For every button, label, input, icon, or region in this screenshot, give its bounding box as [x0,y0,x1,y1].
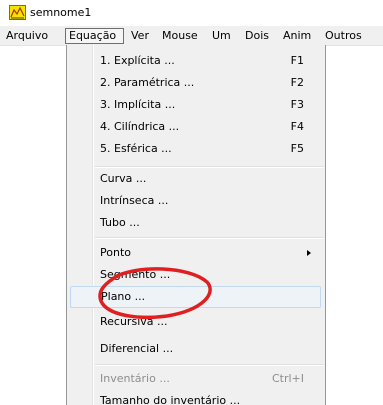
menu-item-label: Segmento ... [100,268,171,281]
menu-item-label: Intrínseca ... [100,194,169,207]
menu-outros[interactable]: Outros [322,28,365,44]
menu-item-label: Curva ... [100,172,147,185]
menu-anim[interactable]: Anim [280,28,314,44]
menu-item-cilindrica[interactable]: 4. Cilíndrica ... F4 [67,116,325,138]
menu-um[interactable]: Um [209,28,234,44]
menu-item-label: 1. Explícita ... [100,54,175,67]
menu-item-label: Inventário ... [100,372,170,385]
equacao-dropdown-menu: 1. Explícita ... F1 2. Paramétrica ... F… [66,45,326,405]
menu-item-segmento[interactable]: Segmento ... [67,264,325,286]
menu-item-ponto[interactable]: Ponto [67,242,325,264]
menu-item-label: Recursiva ... [100,315,168,328]
menu-item-recursiva[interactable]: Recursiva ... [67,311,325,333]
menu-item-label: Tamanho do inventário ... [100,394,241,405]
menu-item-tamanho-inventario[interactable]: Tamanho do inventário ... [67,390,325,405]
menu-item-plano[interactable]: Plano ... [70,286,321,308]
menu-item-label: Tubo ... [100,216,140,229]
menu-arquivo[interactable]: Arquivo [3,28,51,44]
menu-item-shortcut: F4 [290,120,304,133]
menu-item-shortcut: Ctrl+I [271,372,304,385]
menu-item-label: Ponto [100,246,131,259]
menu-equacao[interactable]: Equação [65,28,124,44]
menu-item-intrinseca[interactable]: Intrínseca ... [67,190,325,212]
menu-item-label: 4. Cilíndrica ... [100,120,180,133]
surface-graph-icon [10,6,25,19]
menu-item-label: 3. Implícita ... [100,98,176,111]
menu-item-label: 5. Esférica ... [100,142,172,155]
window-title: semnome1 [30,6,92,19]
menu-ver[interactable]: Ver [128,28,152,44]
menu-separator [95,364,324,366]
menu-item-shortcut: F5 [290,142,304,155]
menu-item-label: 2. Paramétrica ... [100,76,195,89]
menu-item-label: Diferencial ... [100,342,174,355]
app-icon[interactable] [9,5,26,20]
menu-dois[interactable]: Dois [242,28,272,44]
menu-bar: Arquivo Equação Ver Mouse Um Dois Anim O… [0,26,383,46]
menu-item-implicita[interactable]: 3. Implícita ... F3 [67,94,325,116]
menu-item-label: Plano ... [101,290,146,303]
menu-item-diferencial[interactable]: Diferencial ... [67,338,325,360]
title-bar: semnome1 [0,0,383,26]
submenu-arrow-icon [307,250,311,256]
menu-mouse[interactable]: Mouse [159,28,201,44]
menu-item-shortcut: F3 [290,98,304,111]
menu-item-parametrica[interactable]: 2. Paramétrica ... F2 [67,72,325,94]
menu-item-esferica[interactable]: 5. Esférica ... F5 [67,138,325,160]
menu-item-inventario[interactable]: Inventário ... Ctrl+I [67,368,325,390]
menu-item-shortcut: F1 [290,54,304,67]
menu-item-curva[interactable]: Curva ... [67,168,325,190]
menu-item-shortcut: F2 [290,76,304,89]
menu-separator [95,237,324,239]
menu-item-tubo[interactable]: Tubo ... [67,212,325,234]
menu-item-explicita[interactable]: 1. Explícita ... F1 [67,50,325,72]
